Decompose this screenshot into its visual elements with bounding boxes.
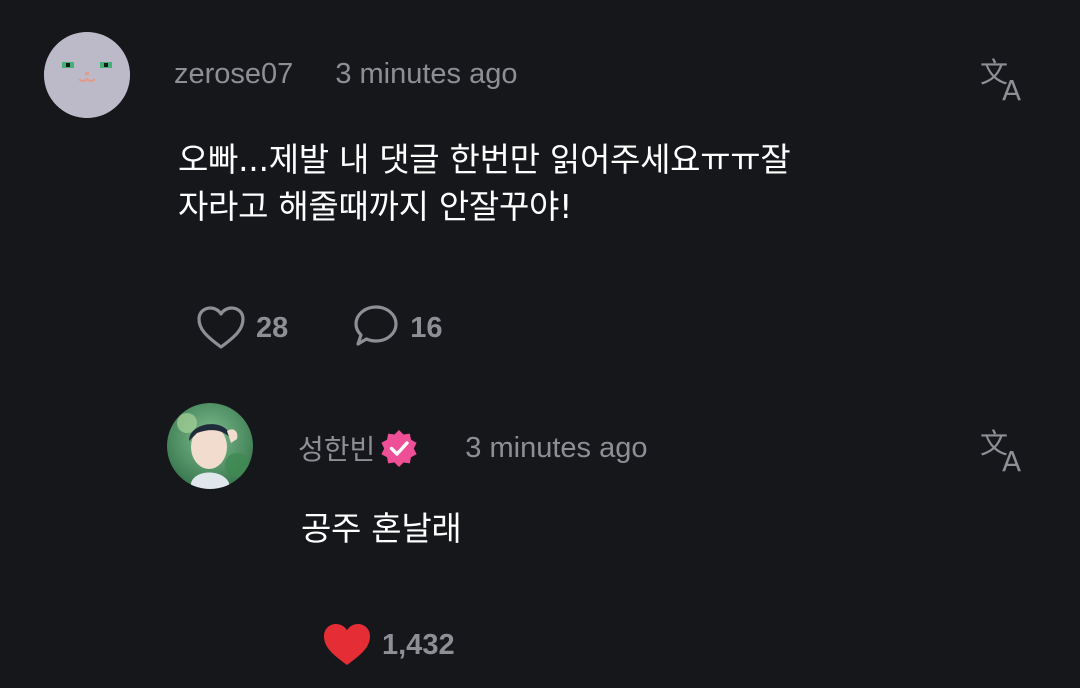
verified-badge-icon xyxy=(379,428,419,468)
svg-text:A: A xyxy=(1002,445,1021,475)
user-avatar[interactable] xyxy=(44,32,130,118)
reply-avatar[interactable] xyxy=(167,403,253,489)
timestamp: 3 minutes ago xyxy=(465,431,648,464)
svg-text:A: A xyxy=(1002,74,1021,104)
timestamp: 3 minutes ago xyxy=(335,58,518,90)
reply-meta: 성한빈 3 minutes ago xyxy=(298,428,647,468)
comment-text-line: 오빠...제발 내 댓글 한번만 읽어주세요ㅠㅠ잘 xyxy=(178,140,791,179)
like-button[interactable]: 1,432 xyxy=(322,622,455,668)
comment-text-line: 자라고 해줄때까지 안잘꾸야! xyxy=(178,187,573,226)
username[interactable]: 성한빈 xyxy=(298,428,375,468)
heart-outline-icon xyxy=(197,306,245,349)
profile-photo-icon xyxy=(167,403,253,489)
reply-button[interactable]: 16 xyxy=(352,304,443,352)
reply-count: 16 xyxy=(410,311,443,344)
like-count: 1,432 xyxy=(382,628,455,661)
comment-meta: zerose07 3 minutes ago xyxy=(174,58,517,91)
speech-bubble-icon xyxy=(354,305,398,346)
comment-text: 오빠...제발 내 댓글 한번만 읽어주세요ㅠㅠ잘 자라고 해줄때까지 안잘꾸야… xyxy=(178,136,791,230)
heart-filled-icon xyxy=(324,624,370,665)
reply-actions: 1,432 xyxy=(322,622,455,668)
translate-icon[interactable]: 文 A xyxy=(978,425,1032,478)
like-button[interactable]: 28 xyxy=(196,305,288,351)
like-count: 28 xyxy=(256,311,289,344)
translate-icon[interactable]: 文 A xyxy=(978,54,1032,107)
cat-face-icon xyxy=(44,32,130,118)
reply-text: 공주 혼날래 xyxy=(301,509,462,548)
username[interactable]: zerose07 xyxy=(174,58,293,91)
comment-actions: 28 16 xyxy=(196,304,443,352)
